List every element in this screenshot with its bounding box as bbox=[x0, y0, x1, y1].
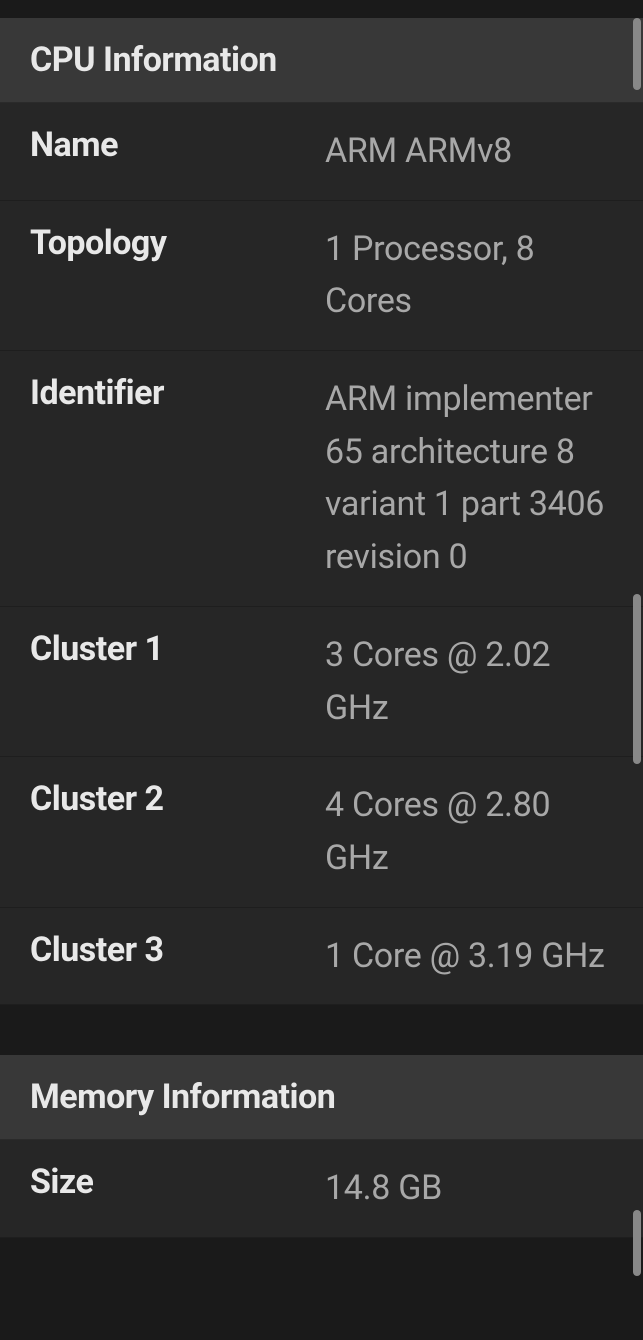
cpu-cluster3-row: Cluster 3 1 Core @ 3.19 GHz bbox=[0, 908, 643, 1006]
cpu-cluster1-value: 3 Cores @ 2.02 GHz bbox=[325, 629, 613, 734]
cpu-name-value: ARM ARMv8 bbox=[325, 125, 613, 178]
cpu-cluster3-value: 1 Core @ 3.19 GHz bbox=[325, 930, 613, 983]
cpu-cluster3-label: Cluster 3 bbox=[30, 930, 325, 983]
cpu-section-header: CPU Information bbox=[0, 18, 643, 103]
scrollbar-thumb[interactable] bbox=[633, 594, 641, 764]
top-bar bbox=[0, 0, 643, 18]
cpu-topology-row: Topology 1 Processor, 8 Cores bbox=[0, 201, 643, 351]
cpu-cluster2-row: Cluster 2 4 Cores @ 2.80 GHz bbox=[0, 757, 643, 907]
cpu-identifier-label: Identifier bbox=[30, 373, 325, 584]
memory-section-header: Memory Information bbox=[0, 1055, 643, 1140]
section-gap bbox=[0, 1005, 643, 1055]
cpu-cluster2-value: 4 Cores @ 2.80 GHz bbox=[325, 779, 613, 884]
memory-size-value: 14.8 GB bbox=[325, 1162, 613, 1215]
cpu-name-row: Name ARM ARMv8 bbox=[0, 103, 643, 201]
bottom-spacer bbox=[0, 1238, 643, 1298]
cpu-name-label: Name bbox=[30, 125, 325, 178]
cpu-identifier-value: ARM implementer 65 architecture 8 varian… bbox=[325, 373, 613, 584]
cpu-cluster1-label: Cluster 1 bbox=[30, 629, 325, 734]
memory-size-row: Size 14.8 GB bbox=[0, 1140, 643, 1238]
cpu-section-title: CPU Information bbox=[30, 40, 613, 80]
cpu-cluster1-row: Cluster 1 3 Cores @ 2.02 GHz bbox=[0, 607, 643, 757]
cpu-topology-value: 1 Processor, 8 Cores bbox=[325, 223, 613, 328]
cpu-identifier-row: Identifier ARM implementer 65 architectu… bbox=[0, 351, 643, 607]
scrollbar-thumb[interactable] bbox=[633, 1210, 641, 1276]
cpu-topology-label: Topology bbox=[30, 223, 325, 328]
scrollbar-thumb[interactable] bbox=[633, 18, 641, 90]
cpu-cluster2-label: Cluster 2 bbox=[30, 779, 325, 884]
memory-size-label: Size bbox=[30, 1162, 325, 1215]
memory-section-title: Memory Information bbox=[30, 1077, 613, 1117]
